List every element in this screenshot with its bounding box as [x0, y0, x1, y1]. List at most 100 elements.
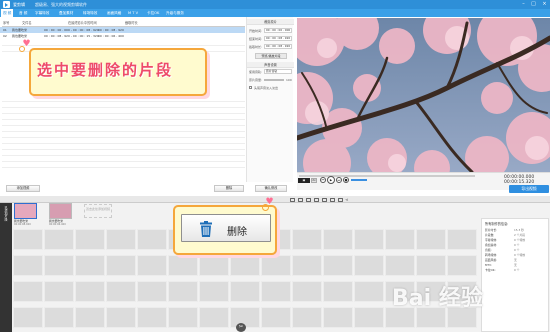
scissors-icon[interactable]: ✂ — [236, 323, 246, 332]
volume-slider[interactable] — [264, 79, 284, 81]
close-icon[interactable]: × — [541, 1, 548, 8]
info-label: 片段数: — [485, 233, 495, 237]
row-divider — [2, 167, 245, 168]
fade-checkbox[interactable] — [249, 86, 252, 89]
table-row[interactable]: 02 我也要吃米 00 : 00 : 08 . 920 - 00 : 00 : … — [0, 33, 245, 39]
confirm-change-button-2[interactable]: 确认修改 — [255, 185, 287, 192]
preview-clip-button[interactable]: 预览/播放片段 — [255, 53, 287, 59]
paste-icon[interactable] — [322, 198, 327, 202]
timeline-clip-time: 00:00:08.920 — [14, 223, 31, 226]
delete-button-small[interactable]: 删除 — [214, 185, 244, 192]
info-label: MTV: — [485, 263, 492, 267]
timeline-clip-thumb[interactable] — [14, 203, 37, 219]
export-video-button[interactable]: 导出视频 — [509, 185, 549, 193]
maximize-icon[interactable]: □ — [530, 1, 537, 8]
callout-text: 选中要删除的片段 — [37, 61, 174, 79]
trim-duration-field[interactable]: 00 : 00 : 08 . 920 — [264, 44, 292, 49]
timeline-track-cell — [44, 307, 74, 328]
tab-audio[interactable]: 音 频 — [17, 9, 29, 17]
add-hint: 双击此处添加视频 — [85, 207, 110, 211]
callout-ring-icon — [262, 204, 269, 211]
col-header-time: 在最终影片中的时间 — [68, 21, 97, 25]
next-frame-icon[interactable]: ⏭ — [336, 177, 342, 183]
project-info-panel: 所有制作的信息: 影片时长: 15.3 秒 片段数: 2 个片段 字幕特效: 0… — [481, 218, 549, 332]
video-preview[interactable] — [297, 18, 550, 172]
copy-icon[interactable] — [314, 198, 319, 202]
row-time: 00 : 00 : 08 . 920 - 00 : 00 : 15 . 320 — [44, 34, 99, 38]
tab-overlay[interactable]: 叠加素材 — [57, 9, 75, 17]
app-logo-icon — [3, 1, 10, 8]
add-video-button[interactable]: 添加视频 — [6, 185, 40, 192]
timeline-track-cell — [447, 229, 477, 250]
tab-upgrade[interactable]: 升级与服务 — [164, 9, 186, 17]
timeline-track-cell — [106, 281, 136, 302]
timeline-track-cell — [292, 281, 322, 302]
add-video-drop-zone[interactable]: 双击此处添加视频 — [84, 204, 112, 218]
timeline-track-cell — [75, 229, 105, 250]
info-title: 所有制作的信息: — [485, 222, 509, 226]
timeline-track-cell — [292, 255, 322, 276]
end-time-field[interactable]: 00 : 00 : 08 . 920 — [264, 36, 292, 41]
info-value: 0 个特效 — [514, 253, 526, 257]
progress-track[interactable] — [299, 175, 475, 177]
row-divider — [2, 45, 245, 46]
timeline-track-cell — [323, 229, 353, 250]
tab-styles[interactable]: 画面风格 — [105, 9, 123, 17]
volume-slider-player[interactable] — [351, 179, 367, 181]
export-label: 导出视频 — [521, 186, 537, 191]
minimize-icon[interactable]: – — [520, 1, 527, 8]
timeline-track-cell — [323, 255, 353, 276]
delete-label: 删除 — [227, 227, 247, 238]
row-duration: 00 : 00 : 06 . 400 — [98, 34, 124, 38]
timeline-track-cell — [168, 255, 198, 276]
clip-settings-panel: 裁剪原片 开始时间: 00 : 00 : 00 . 000 结束时间: 00 :… — [246, 17, 294, 191]
start-time-label: 开始时间: — [249, 29, 263, 33]
play-icon[interactable]: ▶ — [327, 176, 335, 184]
audio-track-select[interactable]: 原片音轨 — [264, 69, 292, 74]
row-divider — [2, 131, 245, 132]
timeline-clip-time: 00:00:06.400 — [49, 223, 66, 226]
tab-mtv[interactable]: M T V — [126, 9, 140, 17]
row-divider — [2, 119, 245, 120]
timeline-track-cell — [75, 255, 105, 276]
audio-track-label: 使用音轨: — [249, 70, 263, 74]
zoom-icon[interactable] — [338, 198, 343, 202]
col-header-num: 序号 — [3, 21, 10, 25]
redo-icon[interactable] — [298, 198, 303, 202]
info-value: 0 个 — [514, 243, 520, 247]
volume-label: 原片音量: — [249, 78, 263, 82]
tab-karaoke[interactable]: 卡拉OK — [145, 9, 161, 17]
app-subtitle: 超级易、强大的视频剪辑软件 — [35, 1, 87, 7]
speed-badge[interactable]: 2x — [311, 178, 317, 183]
share-icon[interactable]: ⋖ — [345, 197, 348, 202]
row-divider — [2, 149, 245, 150]
add-video-label: 添加视频 — [16, 186, 30, 190]
row-divider — [2, 107, 245, 108]
undo-icon[interactable] — [290, 198, 295, 202]
fullscreen-icon[interactable]: ▣ — [298, 178, 310, 183]
info-label: 字幕特效: — [485, 238, 498, 242]
volume-value: 100 — [286, 78, 292, 82]
delete-label-small: 删除 — [225, 186, 233, 190]
tab-subtitle-effects[interactable]: 字幕特效 — [33, 9, 51, 17]
info-value: 0 个 — [514, 268, 520, 272]
menu-bar: 视 频 音 频 字幕特效 叠加素材 转场特效 画面风格 M T V 卡拉OK 升… — [0, 9, 550, 17]
prev-frame-icon[interactable]: ⏮ — [320, 177, 326, 183]
start-time-field[interactable]: 00 : 00 : 00 . 000 — [264, 28, 292, 33]
timeline-track-cell — [199, 307, 229, 328]
timeline-track-cell — [292, 229, 322, 250]
info-label: 画面风格: — [485, 258, 498, 262]
stop-icon[interactable]: ■ — [343, 177, 349, 183]
tab-transitions[interactable]: 转场特效 — [81, 9, 99, 17]
save-icon[interactable] — [330, 198, 335, 202]
sound-section-title: 声音设置 — [247, 62, 294, 68]
split-icon[interactable] — [306, 198, 311, 202]
row-divider — [2, 137, 245, 138]
timeline-clip-thumb[interactable] — [49, 203, 72, 219]
delete-button[interactable]: 删除 — [181, 214, 271, 242]
row-divider — [2, 143, 245, 144]
timeline-track-cell — [106, 307, 136, 328]
timeline-track-cell — [354, 255, 384, 276]
tab-video[interactable]: 视 频 — [1, 9, 14, 17]
timeline-track-cell — [230, 281, 260, 302]
